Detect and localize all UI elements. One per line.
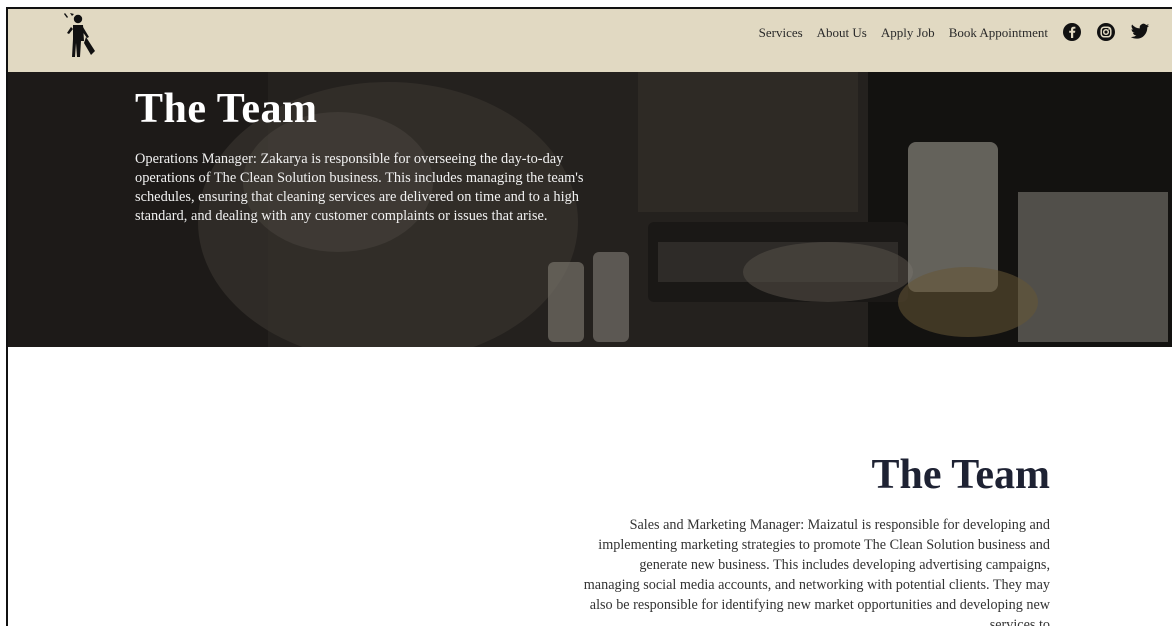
main-nav: Services About Us Apply Job Book Appoint… (759, 9, 1048, 57)
hero-title: The Team (135, 86, 318, 132)
team-section: The Team Sales and Marketing Manager: Ma… (8, 347, 1172, 626)
nav-services-link[interactable]: Services (759, 25, 803, 41)
social-links (1062, 22, 1150, 42)
instagram-icon[interactable] (1096, 22, 1116, 42)
hero-description: Operations Manager: Zakarya is responsib… (135, 151, 584, 224)
team-section-description: Sales and Marketing Manager: Maizatul is… (583, 517, 1050, 626)
cleaner-logo-icon[interactable] (62, 11, 98, 61)
hero-banner: The Team Operations Manager: Zakarya is … (8, 72, 1172, 347)
nav-apply-job-link[interactable]: Apply Job (881, 25, 935, 41)
site-header: Services About Us Apply Job Book Appoint… (8, 9, 1172, 72)
facebook-icon[interactable] (1062, 22, 1082, 42)
team-section-title: The Team (871, 452, 1050, 498)
nav-about-us-link[interactable]: About Us (817, 25, 867, 41)
twitter-icon[interactable] (1130, 22, 1150, 42)
nav-book-appointment-link[interactable]: Book Appointment (949, 25, 1048, 41)
page-frame: Services About Us Apply Job Book Appoint… (6, 7, 1172, 626)
